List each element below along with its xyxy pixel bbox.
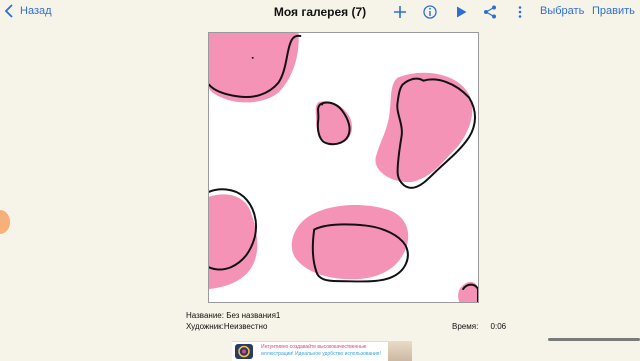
chevron-left-icon — [4, 4, 13, 18]
top-bar: Назад Моя галерея (7) Выбрать Править — [0, 0, 640, 24]
plus-icon — [394, 6, 406, 18]
name-value: Без названия1 — [226, 311, 281, 320]
ad-line-2: иллюстрации! Идеальное удобство использо… — [261, 351, 381, 357]
ad-text: Интуитивно создавайте высококачественные… — [261, 344, 381, 358]
back-button[interactable]: Назад — [4, 4, 52, 18]
artist-value: Неизвестно — [223, 322, 268, 331]
title-info: Название: Без названия1 — [186, 311, 280, 320]
info-button[interactable] — [421, 3, 439, 21]
time-value: 0:06 — [490, 322, 507, 331]
select-button[interactable]: Выбрать — [540, 5, 584, 17]
more-vertical-icon — [518, 6, 522, 18]
back-label: Назад — [20, 5, 52, 17]
time-label: Время: — [452, 322, 479, 331]
side-handle[interactable] — [0, 210, 10, 234]
artist-label: Художник: — [186, 322, 224, 331]
artist-info: Художник:Неизвестно — [186, 322, 267, 331]
play-icon — [457, 6, 467, 18]
artwork-image — [209, 33, 478, 302]
edit-button[interactable]: Править — [592, 5, 635, 17]
share-button[interactable] — [481, 3, 499, 21]
app-logo-icon — [232, 342, 258, 361]
ad-portrait-image — [388, 342, 412, 361]
share-icon — [484, 5, 496, 19]
add-button[interactable] — [391, 3, 409, 21]
name-label: Название: — [186, 311, 224, 320]
time-info: Время: 0:06 — [452, 322, 506, 331]
more-button[interactable] — [511, 3, 529, 21]
info-icon — [423, 5, 437, 19]
scroll-indicator[interactable] — [548, 338, 640, 341]
ad-line-1: Интуитивно создавайте высококачественные — [261, 344, 367, 350]
artwork-canvas[interactable] — [208, 32, 479, 303]
play-button[interactable] — [452, 3, 470, 21]
ad-banner[interactable]: Интуитивно создавайте высококачественные… — [232, 341, 412, 361]
